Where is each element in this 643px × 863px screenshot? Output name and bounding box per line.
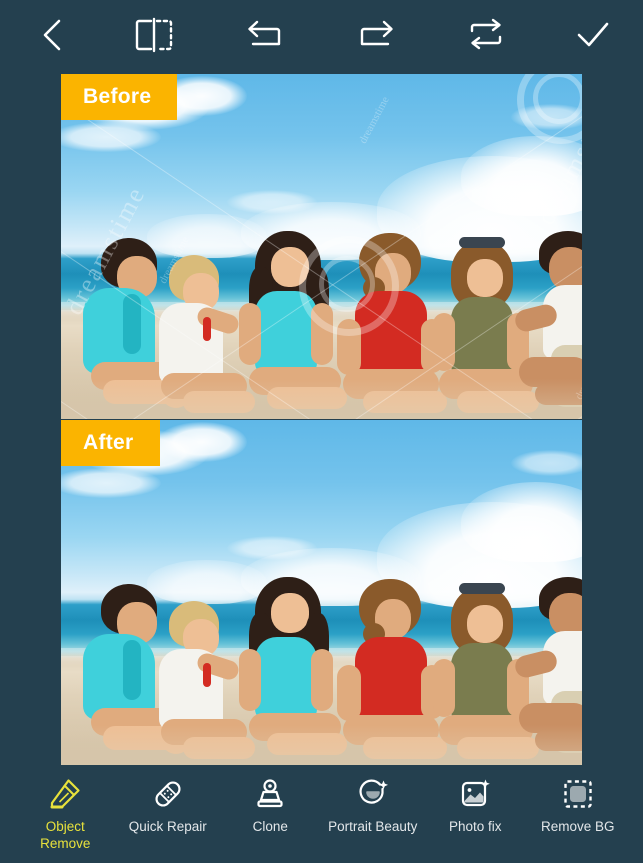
- top-toolbar: [0, 0, 643, 70]
- before-badge: Before: [61, 74, 178, 120]
- redo-arrow-icon: [360, 20, 393, 46]
- back-button[interactable]: [40, 9, 64, 61]
- stamp-icon: [253, 775, 287, 813]
- cloud: [511, 450, 582, 476]
- person-figure: [512, 227, 582, 419]
- tool-label: Photo fix: [448, 819, 502, 834]
- person-figure: [141, 241, 255, 419]
- undo-arrow-icon: [248, 20, 281, 46]
- apply-button[interactable]: [575, 9, 611, 61]
- dashed-square-icon: [561, 775, 595, 813]
- cloud: [157, 422, 247, 462]
- tool-label: Quick Repair: [128, 819, 207, 834]
- cloud: [61, 122, 161, 152]
- preview-canvas: Before dreamstime dreamstime dreamstime …: [0, 70, 643, 765]
- compare-split-icon: [136, 17, 173, 53]
- compare-button[interactable]: [132, 9, 176, 61]
- tool-label: Portrait Beauty: [328, 819, 418, 834]
- checkmark-icon: [577, 22, 609, 47]
- tool-remove-bg[interactable]: Remove BG: [527, 775, 630, 835]
- after-preview[interactable]: After: [61, 420, 582, 765]
- repeat-loop-icon: [470, 18, 502, 50]
- bandage-icon: [151, 775, 185, 813]
- tool-photo-fix[interactable]: Photo fix: [424, 775, 527, 835]
- person-figure: [233, 575, 347, 765]
- tool-label: Remove BG: [540, 819, 615, 834]
- bottom-toolbar: Object Remove Quick Repair Clone Portrai…: [0, 765, 643, 863]
- cloud-bank: [461, 482, 582, 562]
- person-figure: [141, 587, 255, 765]
- after-photo: [61, 420, 582, 765]
- cloud: [227, 190, 317, 214]
- person-figure: [233, 229, 347, 419]
- tool-label: Object Remove: [40, 819, 91, 852]
- person-figure: [512, 573, 582, 765]
- cloud: [511, 104, 582, 130]
- eraser-marker-icon: [48, 775, 82, 813]
- before-photo: [61, 74, 582, 419]
- tool-portrait-beauty[interactable]: Portrait Beauty: [322, 775, 425, 835]
- photo-editor-screen: Before dreamstime dreamstime dreamstime …: [0, 0, 643, 863]
- redo-button[interactable]: [355, 9, 397, 61]
- tool-label: Clone: [252, 819, 288, 834]
- cloud-bank: [461, 136, 582, 216]
- face-sparkle-icon: [356, 775, 390, 813]
- tool-clone[interactable]: Clone: [219, 775, 322, 835]
- image-sparkle-icon: [458, 775, 492, 813]
- tool-quick-repair[interactable]: Quick Repair: [117, 775, 220, 835]
- cloud: [61, 468, 161, 498]
- cloud: [227, 536, 317, 560]
- chevron-left-icon: [43, 19, 61, 51]
- after-badge: After: [61, 420, 160, 466]
- reset-button[interactable]: [465, 9, 507, 61]
- tool-object-remove[interactable]: Object Remove: [14, 775, 117, 853]
- undo-button[interactable]: [244, 9, 286, 61]
- before-preview[interactable]: Before dreamstime dreamstime dreamstime: [61, 74, 582, 419]
